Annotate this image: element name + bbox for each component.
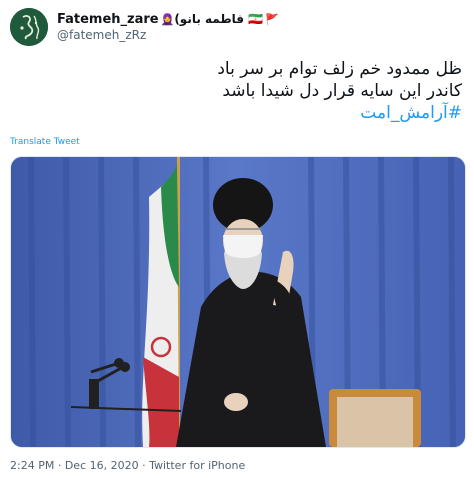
- photo-illustration: [11, 157, 465, 447]
- author-display-name[interactable]: Fatemeh_zare: [57, 12, 159, 27]
- author-name-row[interactable]: Fatemeh_zare 🧕 (فاطمه بانو 🇮🇷 🚩: [57, 10, 279, 28]
- tweet-hashtag-link[interactable]: #آرامش_امت: [22, 102, 462, 124]
- meta-separator: ·: [138, 459, 150, 472]
- tweet-text: ظل ممدود خم زلف توام بر سر باد کاندر این…: [22, 58, 462, 124]
- tweet-time[interactable]: 2:24 PM: [10, 459, 54, 472]
- tweet-date[interactable]: Dec 16, 2020: [65, 459, 139, 472]
- author-name-parenthetical: (فاطمه بانو 🇮🇷: [174, 12, 264, 26]
- translate-tweet-link[interactable]: Translate Tweet: [10, 137, 80, 147]
- avatar[interactable]: [10, 8, 48, 46]
- tweet-client[interactable]: Twitter for iPhone: [149, 459, 245, 472]
- tweet-line-2: کاندر این سایه قرار دل شیدا باشد: [222, 81, 462, 101]
- avatar-calligraphy-icon: [10, 8, 48, 46]
- red-flag-emoji-icon: 🚩: [265, 12, 279, 26]
- tweet-meta: 2:24 PM · Dec 16, 2020 · Twitter for iPh…: [10, 459, 245, 472]
- tweet-line-1: ظل ممدود خم زلف توام بر سر باد: [217, 59, 462, 79]
- author-handle[interactable]: @fatemeh_zRz: [57, 28, 146, 42]
- meta-separator: ·: [54, 459, 65, 472]
- tweet-media-photo[interactable]: [10, 156, 466, 448]
- hijab-emoji-icon: 🧕: [160, 12, 175, 26]
